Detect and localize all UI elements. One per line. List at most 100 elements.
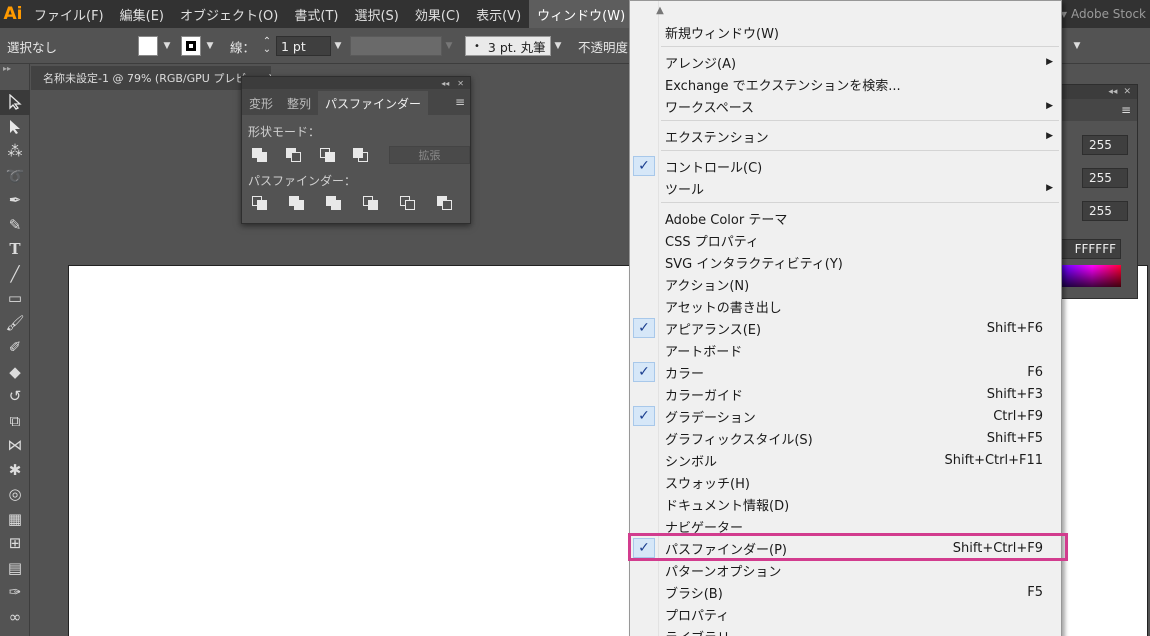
mesh-tool-icon[interactable]: ⊞: [0, 531, 30, 556]
perspective-grid-tool-icon[interactable]: ▦: [0, 507, 30, 532]
rotate-tool-icon[interactable]: ↺: [0, 384, 30, 409]
menu-item[interactable]: SVG インタラクティビティ(Y): [630, 251, 1063, 273]
collapse-icon[interactable]: ◂◂: [441, 79, 449, 88]
outline-icon[interactable]: [398, 195, 418, 211]
menu-item[interactable]: スウォッチ(H): [630, 471, 1063, 493]
puppet-warp-tool-icon[interactable]: ✱: [0, 458, 30, 483]
chevron-down-icon[interactable]: ▼: [442, 36, 456, 56]
unite-icon[interactable]: [250, 147, 270, 163]
eyedropper-tool-icon[interactable]: ✑: [0, 580, 30, 605]
menu-item[interactable]: アセットの書き出し: [630, 295, 1063, 317]
crop-icon[interactable]: [361, 195, 381, 211]
tools-panel-grip[interactable]: ▸▸: [0, 64, 29, 90]
minus-front-icon[interactable]: [284, 147, 304, 163]
paintbrush-tool-icon[interactable]: 🖌: [0, 311, 30, 336]
profile-field[interactable]: [350, 36, 442, 56]
pen-tool-icon[interactable]: ✒: [0, 188, 30, 213]
gradient-tool-icon[interactable]: ▤: [0, 556, 30, 581]
menu-item[interactable]: アートボード: [630, 339, 1063, 361]
close-icon[interactable]: ✕: [1123, 87, 1131, 97]
stroke-swatch[interactable]: [181, 36, 201, 56]
menu-item[interactable]: ✓ アピアランス(E) Shift+F6: [630, 317, 1063, 339]
menu-type[interactable]: 書式(T): [286, 0, 346, 28]
intersect-icon[interactable]: [318, 147, 338, 163]
menu-item[interactable]: ツール ▶: [630, 177, 1063, 199]
menu-item[interactable]: シンボル Shift+Ctrl+F11: [630, 449, 1063, 471]
type-tool-icon[interactable]: T: [0, 237, 30, 262]
panel-menu-icon[interactable]: ≡: [1121, 103, 1131, 117]
menu-item[interactable]: ドキュメント情報(D): [630, 493, 1063, 515]
adobe-stock-search[interactable]: ▼ Adobe Stock: [1061, 0, 1146, 28]
menu-item[interactable]: 新規ウィンドウ(W): [630, 21, 1063, 43]
menu-item[interactable]: エクステンション ▶: [630, 125, 1063, 147]
width-tool-icon[interactable]: ⋈: [0, 433, 30, 458]
exclude-icon[interactable]: [351, 147, 371, 163]
menu-item[interactable]: アレンジ(A) ▶: [630, 51, 1063, 73]
line-tool-icon[interactable]: ╱: [0, 262, 30, 287]
menu-object[interactable]: オブジェクト(O): [172, 0, 286, 28]
variable-width-profile[interactable]: ▼: [350, 36, 456, 56]
shaper-tool-icon[interactable]: ✐: [0, 335, 30, 360]
stroke-dropdown[interactable]: ▼: [203, 36, 217, 56]
chevron-down-icon[interactable]: ▼: [1070, 36, 1084, 56]
fill-swatch[interactable]: [138, 36, 158, 56]
menu-item[interactable]: ✓ カラー F6: [630, 361, 1063, 383]
expand-button[interactable]: 拡張: [389, 146, 470, 164]
panel-titlebar[interactable]: ◂◂ ✕: [242, 77, 470, 89]
stroke-stepper[interactable]: ⌃ ⌄: [261, 36, 273, 56]
scale-tool-icon[interactable]: ⧉: [0, 409, 30, 434]
selection-tool-icon[interactable]: [0, 90, 30, 115]
divide-icon[interactable]: [250, 195, 270, 211]
curvature-tool-icon[interactable]: ✎: [0, 213, 30, 238]
menu-select[interactable]: 選択(S): [346, 0, 406, 28]
menu-item[interactable]: ワークスペース ▶: [630, 95, 1063, 117]
menu-item[interactable]: ブラシ(B) F5: [630, 581, 1063, 603]
menu-item[interactable]: プロパティ: [630, 603, 1063, 625]
document-tab[interactable]: 名称未設定-1 @ 79% (RGB/GPU プレビュー): [31, 66, 271, 90]
close-icon[interactable]: ✕: [457, 79, 464, 88]
tab-align[interactable]: 整列: [280, 91, 318, 115]
menu-item[interactable]: グラフィックスタイル(S) Shift+F5: [630, 427, 1063, 449]
panel-menu-icon[interactable]: ≡: [455, 95, 465, 109]
stroke-weight-field[interactable]: 1 pt ▼: [276, 36, 345, 56]
brush-definition[interactable]: • 3 pt. 丸筆 ▼: [465, 36, 565, 56]
trim-icon[interactable]: [287, 195, 307, 211]
menu-item[interactable]: パターンオプション: [630, 559, 1063, 581]
stroke-weight-value[interactable]: 1 pt: [276, 36, 331, 56]
opacity-label[interactable]: 不透明度: [578, 36, 628, 56]
menu-item[interactable]: カラーガイド Shift+F3: [630, 383, 1063, 405]
shape-builder-tool-icon[interactable]: ◎: [0, 482, 30, 507]
red-value-field[interactable]: 255: [1082, 135, 1128, 155]
menu-item[interactable]: ライブラリ: [630, 625, 1063, 636]
merge-icon[interactable]: [324, 195, 344, 211]
menu-file[interactable]: ファイル(F): [26, 0, 112, 28]
menu-item[interactable]: アクション(N): [630, 273, 1063, 295]
menu-item[interactable]: ナビゲーター: [630, 515, 1063, 537]
magic-wand-tool-icon[interactable]: ⁂: [0, 139, 30, 164]
tab-transform[interactable]: 変形: [242, 91, 280, 115]
menu-item[interactable]: ✓ コントロール(C): [630, 155, 1063, 177]
menu-item[interactable]: ✓ パスファインダー(P) Shift+Ctrl+F9: [630, 537, 1063, 559]
minus-back-icon[interactable]: [435, 195, 455, 211]
menu-view[interactable]: 表示(V): [468, 0, 529, 28]
menu-item[interactable]: CSS プロパティ: [630, 229, 1063, 251]
menu-item[interactable]: Adobe Color テーマ: [630, 207, 1063, 229]
color-spectrum[interactable]: [1057, 265, 1121, 287]
fill-dropdown[interactable]: ▼: [160, 36, 174, 56]
tab-pathfinder[interactable]: パスファインダー: [318, 91, 429, 115]
collapse-icon[interactable]: ◂◂: [1108, 87, 1117, 97]
menu-item[interactable]: ✓ グラデーション Ctrl+F9: [630, 405, 1063, 427]
blend-tool-icon[interactable]: ∞: [0, 605, 30, 630]
scroll-up-icon[interactable]: ▲: [630, 3, 690, 17]
direct-selection-tool-icon[interactable]: [0, 115, 30, 140]
menu-window[interactable]: ウィンドウ(W): [529, 0, 634, 28]
chevron-down-icon[interactable]: ▼: [331, 36, 345, 56]
eraser-tool-icon[interactable]: ◆: [0, 360, 30, 385]
hex-value-field[interactable]: FFFFFF: [1057, 239, 1121, 259]
lasso-tool-icon[interactable]: ➰: [0, 164, 30, 189]
green-value-field[interactable]: 255: [1082, 168, 1128, 188]
menu-effect[interactable]: 効果(C): [407, 0, 468, 28]
blue-value-field[interactable]: 255: [1082, 201, 1128, 221]
menu-item[interactable]: Exchange でエクステンションを検索...: [630, 73, 1063, 95]
menu-edit[interactable]: 編集(E): [112, 0, 172, 28]
